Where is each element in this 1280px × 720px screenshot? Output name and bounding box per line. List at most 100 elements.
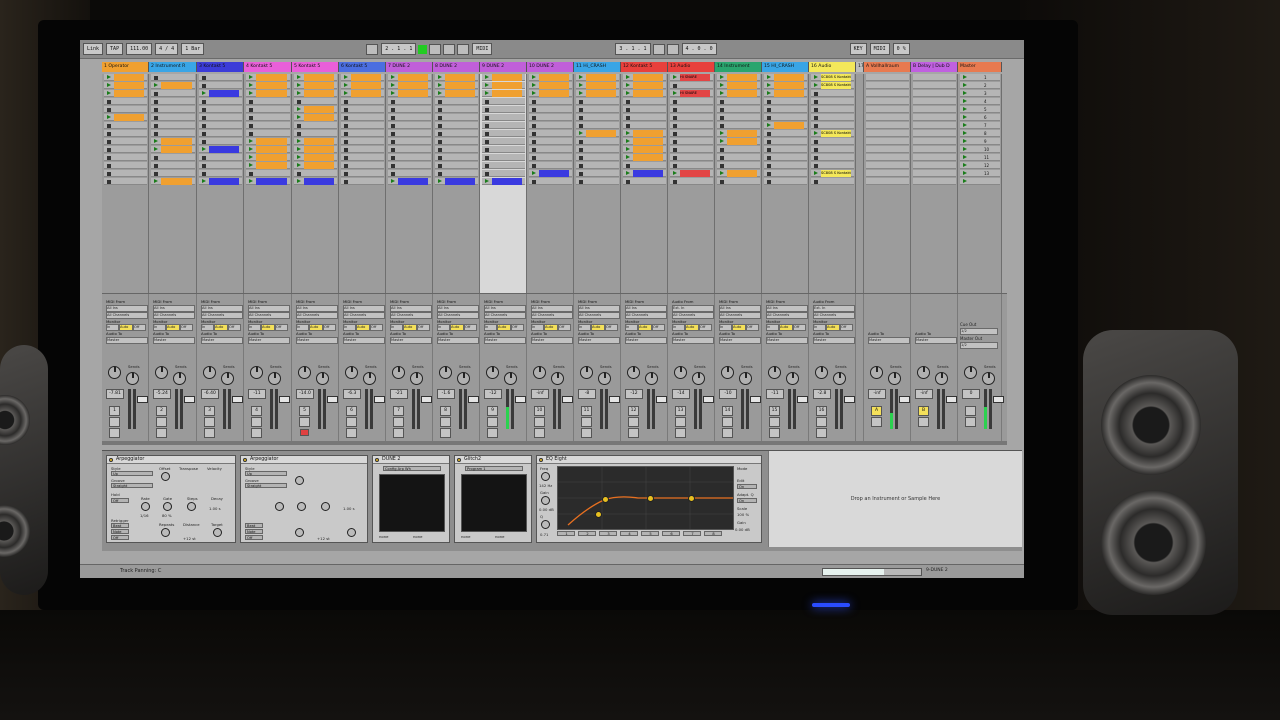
- clip-slot[interactable]: [294, 82, 337, 89]
- clip-slot[interactable]: [866, 90, 909, 97]
- tap-button[interactable]: TAP: [106, 43, 124, 55]
- retrigger-off[interactable]: Off: [245, 535, 263, 540]
- clip-slot[interactable]: 6: [960, 114, 1000, 121]
- clip-stop-icon[interactable]: [532, 115, 536, 120]
- clip-stop-icon[interactable]: [673, 163, 677, 168]
- audio-to-select[interactable]: Master: [201, 337, 243, 344]
- clip-slot[interactable]: [482, 74, 525, 81]
- clip-launch-icon[interactable]: [767, 83, 771, 87]
- clip-slot[interactable]: [435, 162, 478, 169]
- rate-knob[interactable]: [141, 502, 150, 511]
- clip-stop-icon[interactable]: [344, 123, 348, 128]
- track-activator[interactable]: 13: [675, 406, 686, 416]
- clip[interactable]: [351, 74, 381, 81]
- input-channel-select[interactable]: All Channels: [719, 312, 761, 319]
- clip-launch-icon[interactable]: [814, 75, 818, 79]
- arm-button[interactable]: [393, 428, 404, 438]
- clip-stop-icon[interactable]: [391, 163, 395, 168]
- clip[interactable]: [304, 90, 334, 97]
- eq-band-toggle[interactable]: 5: [641, 531, 659, 536]
- clip-slot[interactable]: [294, 138, 337, 145]
- clip-slot[interactable]: [151, 122, 195, 129]
- clip-slot[interactable]: [341, 114, 384, 121]
- clip-launch-icon[interactable]: [626, 171, 630, 175]
- clip-slot[interactable]: [104, 82, 147, 89]
- clip[interactable]: [304, 138, 334, 145]
- clip-slot[interactable]: [388, 154, 431, 161]
- clip-stop-icon[interactable]: [626, 107, 630, 112]
- clip-slot[interactable]: [623, 170, 666, 177]
- clip-stop-icon[interactable]: [673, 131, 677, 136]
- clip-slot[interactable]: [104, 130, 147, 137]
- track-activator[interactable]: 10: [534, 406, 545, 416]
- clip-launch-icon[interactable]: [438, 75, 442, 79]
- clip-launch-icon[interactable]: [344, 91, 348, 95]
- clip[interactable]: [304, 106, 334, 113]
- clip-slot[interactable]: [199, 82, 242, 89]
- clip-stop-icon[interactable]: [720, 163, 724, 168]
- arm-button[interactable]: [628, 428, 639, 438]
- audio-to-select[interactable]: Master: [672, 337, 714, 344]
- eq-band-3-handle[interactable]: [647, 495, 654, 502]
- clip-stop-icon[interactable]: [154, 171, 158, 176]
- clip-slot[interactable]: [866, 106, 909, 113]
- clip-launch-icon[interactable]: [673, 91, 677, 95]
- volume-fader[interactable]: [468, 396, 479, 403]
- clip-launch-icon[interactable]: [532, 91, 536, 95]
- send-a-knob[interactable]: [674, 366, 687, 379]
- scene-number[interactable]: 13: [984, 170, 989, 177]
- clip-slot[interactable]: [104, 162, 147, 169]
- clip-slot[interactable]: SC808 S Kontakt: [811, 82, 854, 89]
- clip-slot[interactable]: [482, 146, 525, 153]
- send-a-knob[interactable]: [345, 366, 358, 379]
- clip-stop-icon[interactable]: [297, 123, 301, 128]
- clip-stop-icon[interactable]: [579, 179, 583, 184]
- clip-stop-icon[interactable]: [202, 163, 206, 168]
- clip-slot[interactable]: [246, 178, 290, 185]
- volume-fader[interactable]: [609, 396, 620, 403]
- clip-slot[interactable]: [151, 74, 195, 81]
- clip-slot[interactable]: [717, 98, 760, 105]
- clip[interactable]: [161, 138, 192, 145]
- track-activator[interactable]: 2: [156, 406, 167, 416]
- solo-button[interactable]: [204, 417, 215, 427]
- clip-slot[interactable]: [199, 138, 242, 145]
- clip-slot[interactable]: [151, 138, 195, 145]
- midi-map-button-right[interactable]: MIDI: [869, 43, 890, 55]
- track-header[interactable]: 14 Instrument: [715, 62, 762, 72]
- clip-launch-icon[interactable]: [107, 83, 111, 87]
- clip-launch-icon[interactable]: [202, 179, 206, 183]
- volume-fader[interactable]: [703, 396, 714, 403]
- send-a-knob[interactable]: [870, 366, 883, 379]
- volume-fader[interactable]: [421, 396, 432, 403]
- monitor-off[interactable]: Off: [699, 324, 712, 331]
- retrigger-off[interactable]: Off: [111, 535, 129, 540]
- monitor-in[interactable]: In: [390, 324, 403, 331]
- clip-launch-icon[interactable]: [579, 75, 583, 79]
- clip-slot[interactable]: [341, 130, 384, 137]
- eq-band-2-handle[interactable]: [602, 496, 609, 503]
- clip-launch-icon[interactable]: [814, 131, 818, 135]
- clip[interactable]: [586, 74, 616, 81]
- clip-slot[interactable]: [670, 146, 713, 153]
- input-source-select[interactable]: All Ins: [719, 305, 761, 312]
- clip-slot[interactable]: [104, 98, 147, 105]
- loop-length-field[interactable]: 4 . 0 . 0: [681, 43, 717, 55]
- clip-slot[interactable]: [482, 162, 525, 169]
- clip-slot[interactable]: [246, 146, 290, 153]
- clip-stop-icon[interactable]: [720, 123, 724, 128]
- clip-slot[interactable]: [341, 154, 384, 161]
- clip-stop-icon[interactable]: [767, 139, 771, 144]
- send-b-knob[interactable]: [982, 372, 995, 385]
- clip-slot[interactable]: [811, 114, 854, 121]
- clip-slot[interactable]: [151, 178, 195, 185]
- solo-button[interactable]: [581, 417, 592, 427]
- input-channel-select[interactable]: All Channels: [813, 312, 855, 319]
- clip-stop-icon[interactable]: [202, 115, 206, 120]
- clip-stop-icon[interactable]: [344, 99, 348, 104]
- arm-button[interactable]: [816, 428, 827, 438]
- clip-slot[interactable]: [388, 138, 431, 145]
- repeats-knob[interactable]: [161, 528, 170, 537]
- clip-slot[interactable]: [341, 138, 384, 145]
- clip-launch-icon[interactable]: [720, 75, 724, 79]
